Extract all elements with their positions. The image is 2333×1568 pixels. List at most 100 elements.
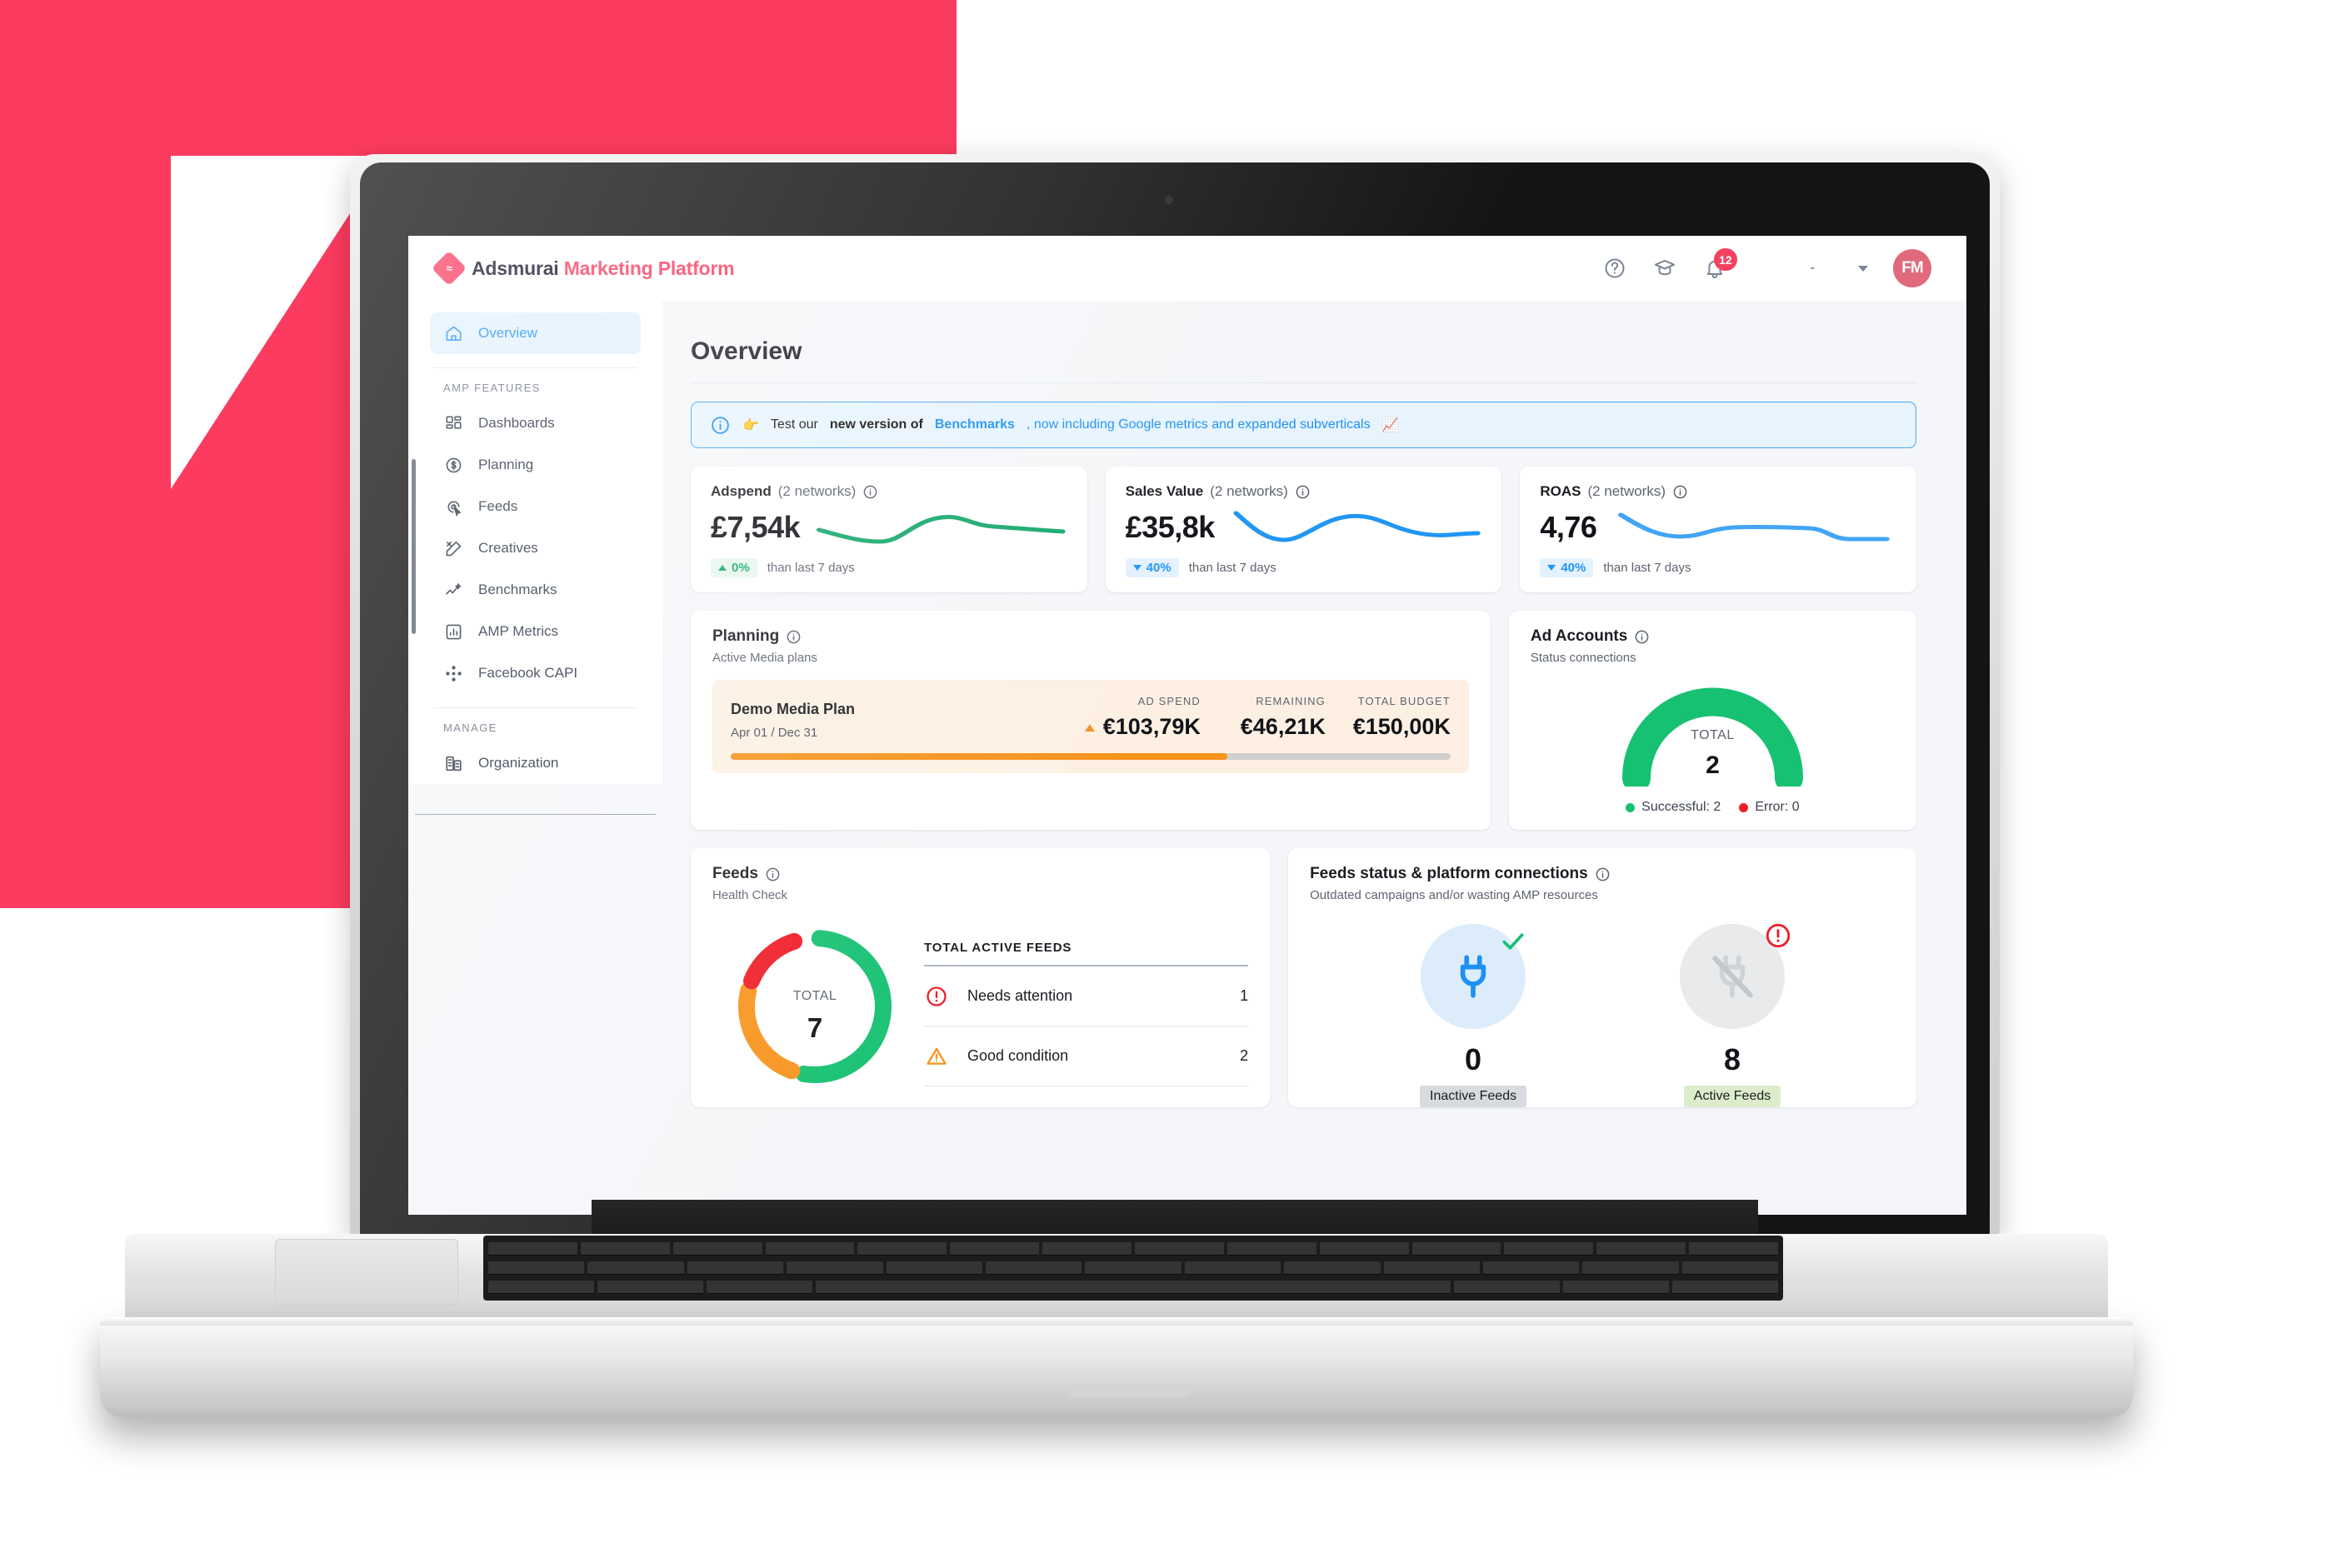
pen-ruler-icon [443,538,463,558]
feeds-status-title: Feeds status & platform connections [1310,865,1895,883]
kpi-header: Sales Value (2 networks) [1126,483,1482,500]
banner-text-bold: new version of [829,417,923,432]
brand-logo[interactable]: ≈ Adsmurai Marketing Platform [431,250,735,287]
plug-connected-icon [1460,955,1486,998]
adspend-value: €103,79K [1102,714,1201,739]
sidebar-item-organization[interactable]: Organization [430,742,641,784]
adspend-label: AD SPEND [1137,695,1201,707]
sidebar-item-planning[interactable]: Planning [430,444,641,486]
sidebar-item-feeds[interactable]: Feeds [430,486,641,527]
main-content: 👉 Test our new version of Benchmarks , n… [662,383,1945,1215]
banner-link-benchmarks[interactable]: Benchmarks [935,417,1015,432]
triangle-down-icon [1132,565,1142,571]
kpi-footer: 40% than last 7 days [1540,558,1896,577]
help-circle-icon[interactable] [1602,256,1627,281]
banner-text-1: Test our [770,417,818,432]
info-circle-icon[interactable] [1672,484,1688,500]
ad-accounts-title-text: Ad Accounts [1530,627,1628,645]
sidebar-item-label: Organization [478,755,559,771]
info-circle-icon[interactable] [1634,629,1650,645]
graduation-cap-icon[interactable] [1652,256,1677,281]
media-plan-dates: Apr 01 / Dec 31 [731,726,818,740]
table-row[interactable]: Good condition 2 [924,1026,1249,1086]
laptop-keyboard [483,1236,1783,1301]
kpi-value: £7,54k [711,510,801,544]
sidebar-section-features: AMP FEATURES [443,382,541,394]
sidebar-item-label: Planning [478,457,534,472]
media-plan-row[interactable]: Demo Media Plan Apr 01 / Dec 31 AD SPEND… [712,680,1469,773]
webcam-icon [1165,196,1173,204]
sidebar-item-benchmarks[interactable]: Benchmarks [430,569,641,611]
status-badge: Active Feeds [1683,1086,1781,1107]
info-circle-icon[interactable] [862,484,878,500]
feeds-status-body: 0 Inactive Feeds 8 Active Feeds [1310,923,1895,1107]
legend-dot-successful [1626,802,1636,812]
feeds-table-caption: TOTAL ACTIVE FEEDS [924,941,1072,955]
triangle-up-icon [718,565,727,571]
laptop-screen: ≈ Adsmurai Marketing Platform 12 - FM Ov… [408,236,1966,1215]
feeds-status-subtitle: Outdated campaigns and/or wasting AMP re… [1310,888,1598,902]
kpi-card-sales-value: Sales Value (2 networks) £35,8k 40% than… [1105,467,1502,592]
feeds-table: TOTAL ACTIVE FEEDS Needs attention 1 Goo… [924,919,1249,1094]
table-row[interactable]: Needs attention 1 [924,966,1249,1026]
kpi-delta-suffix: than last 7 days [1188,561,1276,575]
sidebar-item-facebook-capi[interactable]: Facebook CAPI [430,652,641,694]
donut-label: TOTAL [792,989,837,1003]
ad-accounts-subtitle: Status connections [1530,651,1636,665]
main-panel: Overview 👉 Test our new version of Bench… [662,316,1945,1215]
info-circle-icon[interactable] [1595,866,1611,882]
kpi-header: Adspend (2 networks) [711,483,1067,500]
warning-triangle-icon [924,1044,949,1069]
info-circle-icon[interactable] [786,629,802,645]
sidebar-item-dashboards[interactable]: Dashboards [430,402,641,444]
bar-chart-box-icon [443,622,463,642]
sidebar-section-manage: MANAGE [443,722,497,734]
amp-application: ≈ Adsmurai Marketing Platform 12 - FM Ov… [408,236,1966,1215]
app-body: Overview AMP FEATURES Dashboards Plannin… [408,301,1966,1215]
kpi-subtitle: (2 networks) [777,483,857,499]
ad-accounts-card: Ad Accounts Status connections TOTAL 2 S… [1508,611,1916,830]
laptop-base-notch [1067,1386,1191,1397]
kpi-sparkline [1230,505,1482,550]
adsmurai-diamond-logo: ≈ [431,250,467,287]
media-plan-progress-bar [731,753,1451,760]
info-circle-icon[interactable] [765,866,781,882]
feeds-status-value: 8 [1724,1042,1741,1076]
feeds-status-value: 0 [1465,1042,1482,1076]
info-circle-icon [710,415,731,436]
kpi-body: £7,54k [711,505,1067,550]
sidebar-item-overview[interactable]: Overview [430,312,641,354]
gauge-label: TOTAL [1691,728,1735,742]
trend-sparkle-icon [443,580,463,600]
kpi-sparkline [1611,505,1896,550]
benchmarks-announcement-banner[interactable]: 👉 Test our new version of Benchmarks , n… [691,402,1916,448]
kpi-delta-badge: 40% [1540,558,1594,577]
avatar[interactable]: FM [1893,249,1931,287]
sidebar-item-amp-metrics[interactable]: AMP Metrics [430,611,641,652]
sidebar-item-creatives[interactable]: Creatives [430,527,641,569]
sidebar-item-label: AMP Metrics [478,623,559,639]
feeds-title-text: Feeds [712,865,758,882]
kpi-title: Sales Value [1125,483,1204,499]
laptop-base [100,1317,2133,1417]
topbar-separator: - [1810,261,1815,275]
plug-connected-badge [1421,924,1526,1029]
kpi-footer: 0% than last 7 days [711,558,1067,577]
laptop-mockup: ≈ Adsmurai Marketing Platform 12 - FM Ov… [100,154,2133,1421]
info-circle-icon[interactable] [1295,484,1311,500]
planning-card: Planning Active Media plans Demo Media P… [691,611,1491,830]
kpi-subtitle: (2 networks) [1587,483,1666,499]
media-plan-grid: Demo Media Plan Apr 01 / Dec 31 AD SPEND… [731,695,1451,740]
feeds-donut-chart: TOTAL 7 [727,919,902,1094]
brand-product: Marketing Platform [563,257,735,279]
kpi-title: Adspend [711,483,772,499]
chevron-down-icon[interactable] [1858,265,1868,272]
sidebar-scrollbar[interactable] [412,459,416,634]
sidebar-item-label: Creatives [478,540,538,556]
bell-icon[interactable]: 12 [1702,248,1737,281]
sidebar-item-label: Overview [478,325,537,341]
ad-accounts-title: Ad Accounts [1531,627,1895,646]
feeds-row-label: Needs attention [967,987,1073,1004]
media-plan-name: Demo Media Plan [731,701,856,717]
sidebar-item-label: Benchmarks [478,582,557,597]
